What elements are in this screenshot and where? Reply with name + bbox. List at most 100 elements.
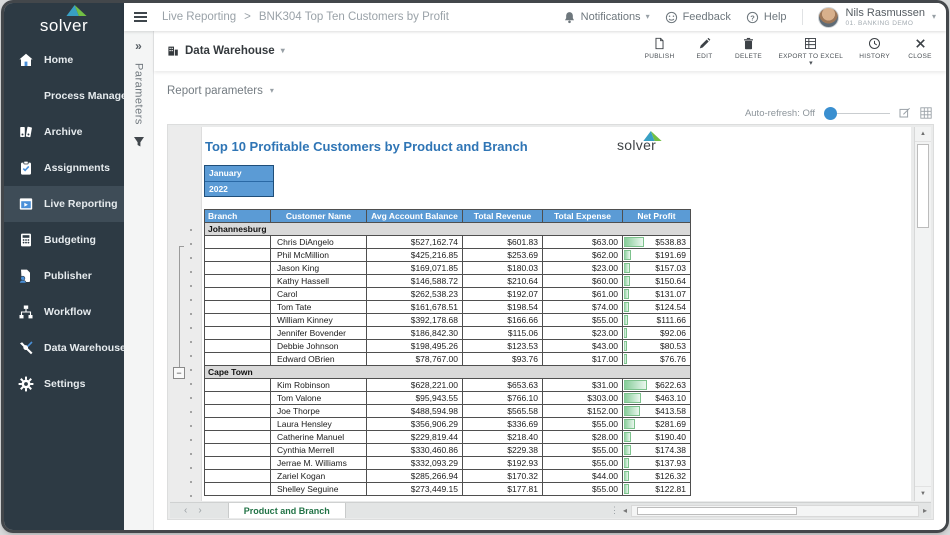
auto-refresh-row: Auto-refresh: Off — [154, 104, 946, 122]
net-profit-cell: $150.64 — [623, 275, 691, 288]
sidebar-item-label: Archive — [44, 126, 83, 138]
collapse-group-button[interactable]: − — [173, 367, 185, 379]
next-sheet-icon[interactable]: › — [198, 505, 201, 517]
sidebar-item-settings[interactable]: Settings — [4, 366, 124, 402]
sidebar-item-label: Budgeting — [44, 234, 96, 246]
revenue-cell: $166.66 — [463, 314, 543, 327]
toolbar-button-delete[interactable]: DELETE — [735, 37, 763, 60]
scroll-down-icon[interactable]: ▼ — [915, 486, 931, 501]
toolbar-button-edit[interactable]: EDIT — [691, 37, 719, 60]
profit-data-bar — [624, 302, 629, 312]
solver-logo-text: solver — [40, 17, 88, 34]
avg-balance-cell: $95,943.55 — [367, 392, 463, 405]
hamburger-menu-icon[interactable] — [134, 12, 147, 22]
avg-balance-cell: $161,678.51 — [367, 301, 463, 314]
branch-cell — [205, 457, 271, 470]
profit-value: $281.69 — [655, 419, 686, 429]
grid-view-icon[interactable] — [920, 107, 932, 119]
expense-cell: $31.00 — [543, 379, 623, 392]
sheet-tab-product-and-branch[interactable]: Product and Branch — [228, 503, 346, 518]
profit-value: $463.10 — [655, 393, 686, 403]
net-profit-cell: $131.07 — [623, 288, 691, 301]
archive-icon — [17, 124, 35, 140]
net-profit-cell: $174.38 — [623, 444, 691, 457]
scroll-right-icon[interactable]: ▸ — [919, 504, 931, 518]
warehouse-icon — [167, 45, 179, 57]
report-parameters-dropdown[interactable]: Report parameters ▾ — [154, 78, 946, 104]
scroll-up-icon[interactable]: ▲ — [915, 127, 931, 142]
profit-data-bar — [624, 276, 630, 286]
customer-name-cell: Jennifer Bovender — [271, 327, 367, 340]
sidebar-item-label: Settings — [44, 378, 85, 390]
toolbar-button-close[interactable]: CLOSE — [906, 37, 934, 60]
profit-value: $413.58 — [655, 406, 686, 416]
notifications-button[interactable]: Notifications ▾ — [563, 11, 650, 24]
branch-cell — [205, 340, 271, 353]
table-row: Edward OBrien$78,767.00$93.76$17.00$76.7… — [205, 353, 691, 366]
home-icon — [17, 52, 35, 68]
column-header: Branch — [205, 210, 271, 223]
sidebar-item-process-manager[interactable]: Process Manager — [4, 78, 124, 114]
annotate-icon[interactable] — [899, 107, 911, 119]
avg-balance-cell: $628,221.00 — [367, 379, 463, 392]
auto-refresh-label: Auto-refresh: Off — [745, 108, 815, 119]
budgeting-icon — [17, 232, 35, 248]
avg-balance-cell: $330,460.86 — [367, 444, 463, 457]
customer-name-cell: Tom Tate — [271, 301, 367, 314]
branch-cell — [205, 301, 271, 314]
sidebar-item-data-warehouse[interactable]: Data Warehouse — [4, 330, 124, 366]
branch-cell — [205, 483, 271, 496]
breadcrumb-section[interactable]: Live Reporting — [162, 11, 236, 23]
help-button[interactable]: ? Help — [746, 11, 787, 24]
sidebar-item-workflow[interactable]: Workflow — [4, 294, 124, 330]
profit-value: $122.81 — [655, 484, 686, 494]
sidebar-item-archive[interactable]: Archive — [4, 114, 124, 150]
net-profit-cell: $80.53 — [623, 340, 691, 353]
toolbar-button-export-to-excel[interactable]: EXPORT TO EXCEL▾ — [779, 37, 844, 65]
parameters-label[interactable]: Parameters — [133, 63, 145, 125]
sidebar-nav: HomeProcess Manager Archive Assignments Liv… — [4, 34, 124, 402]
avatar — [818, 7, 839, 28]
prev-sheet-icon[interactable]: ‹ — [184, 505, 187, 517]
solver-logo: solver — [4, 3, 124, 34]
revenue-cell: $170.32 — [463, 470, 543, 483]
sidebar-item-home[interactable]: Home — [4, 42, 124, 78]
data-source-dropdown[interactable]: Data Warehouse ▾ — [167, 45, 285, 57]
filter-funnel-icon[interactable] — [133, 136, 145, 148]
profit-value: $124.54 — [655, 302, 686, 312]
avg-balance-cell: $198,495.26 — [367, 340, 463, 353]
branch-cell — [205, 379, 271, 392]
toolbar-button-history[interactable]: HISTORY — [859, 37, 890, 60]
sidebar-item-publisher[interactable]: Publisher — [4, 258, 124, 294]
history-icon — [868, 37, 881, 50]
sidebar-item-label: Assignments — [44, 162, 110, 174]
feedback-button[interactable]: Feedback — [665, 11, 731, 24]
revenue-cell: $198.54 — [463, 301, 543, 314]
expense-cell: $74.00 — [543, 301, 623, 314]
user-menu[interactable]: Nils Rasmussen 01. Banking Demo ▾ — [818, 7, 936, 28]
expand-panel-icon[interactable]: » — [135, 40, 142, 52]
vertical-scrollbar[interactable]: ▲ ▼ — [914, 127, 931, 501]
splitter-handle-icon[interactable]: ⋮ — [610, 505, 619, 516]
profit-data-bar — [624, 458, 629, 468]
horizontal-scrollbar[interactable] — [631, 505, 919, 517]
sidebar-item-live-reporting[interactable]: Live Reporting — [4, 186, 124, 222]
sidebar-item-assignments[interactable]: Assignments — [4, 150, 124, 186]
smiley-icon — [665, 11, 678, 24]
revenue-cell: $766.10 — [463, 392, 543, 405]
feedback-label: Feedback — [683, 11, 731, 23]
vertical-scroll-thumb[interactable] — [917, 144, 929, 228]
auto-refresh-slider[interactable] — [824, 107, 890, 120]
avg-balance-cell: $262,538.23 — [367, 288, 463, 301]
revenue-cell: $192.07 — [463, 288, 543, 301]
profit-value: $76.76 — [660, 354, 686, 364]
sidebar-item-budgeting[interactable]: Budgeting — [4, 222, 124, 258]
customer-name-cell: Tom Valone — [271, 392, 367, 405]
horizontal-scroll-thumb[interactable] — [637, 507, 797, 515]
table-row: Joe Thorpe$488,594.98$565.58$152.00$413.… — [205, 405, 691, 418]
slider-knob[interactable] — [824, 107, 837, 120]
toolbar-button-publish[interactable]: PUBLISH — [645, 37, 675, 60]
solver-triangle-icon — [66, 5, 87, 16]
scroll-left-icon[interactable]: ◂ — [619, 504, 631, 518]
table-row: Phil McMillion$425,216.85$253.69$62.00$1… — [205, 249, 691, 262]
